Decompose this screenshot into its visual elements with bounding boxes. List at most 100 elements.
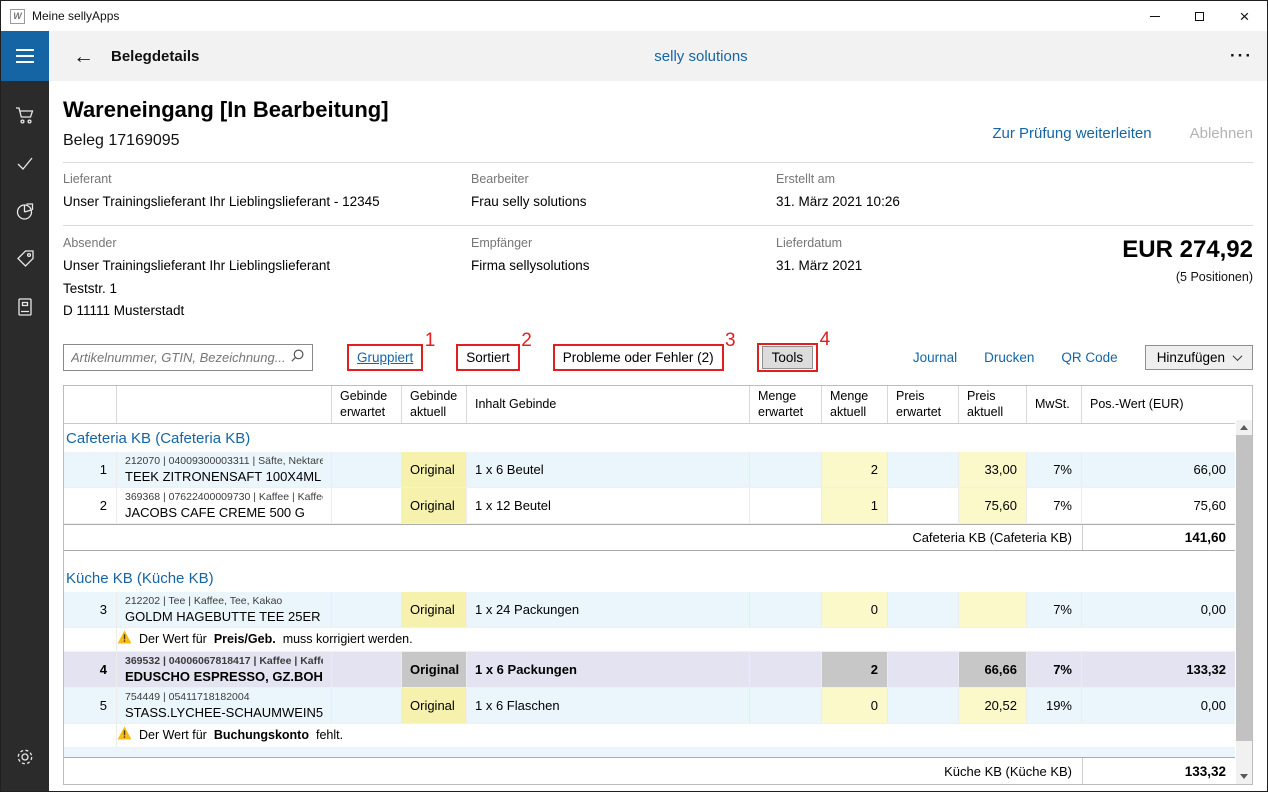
row-number: 5 — [64, 688, 117, 723]
sidebar-item-journal[interactable] — [1, 285, 49, 333]
scroll-thumb[interactable] — [1236, 435, 1252, 741]
group-spacer — [64, 551, 1235, 564]
hinzufuegen-button[interactable]: Hinzufügen — [1145, 345, 1253, 370]
warning-text: Der Wert für — [139, 728, 207, 742]
cell-menge-erwartet — [750, 488, 822, 523]
scroll-down-icon[interactable] — [1236, 769, 1252, 784]
ellipsis-icon[interactable]: ··· — [1230, 46, 1253, 66]
cell-menge-aktuell[interactable]: 1 — [822, 488, 888, 523]
table-row[interactable]: 2369368 | 07622400009730 | Kaffee | Kaff… — [64, 488, 1235, 524]
search-input[interactable] — [71, 350, 290, 365]
scroll-up-icon[interactable] — [1236, 420, 1252, 435]
price-tag-icon — [13, 247, 37, 276]
cell-preis-aktuell[interactable]: 20,52 — [959, 688, 1027, 723]
warning-text: Buchungskonto — [214, 728, 309, 742]
cell-menge-erwartet — [750, 592, 822, 627]
cell-mwst: 7% — [1027, 652, 1082, 687]
cell-pos-wert: 75,60 — [1082, 488, 1235, 523]
journal-link[interactable]: Journal — [913, 350, 957, 365]
vertical-scrollbar[interactable] — [1236, 420, 1252, 784]
column-header: Pos.-Wert (EUR) — [1082, 386, 1235, 423]
app-logo-icon: W — [10, 9, 25, 24]
cell-mwst: 7% — [1027, 488, 1082, 523]
cell-gebinde-erwartet — [332, 652, 402, 687]
sidebar-item-cart[interactable] — [1, 93, 49, 141]
warning-text: fehlt. — [316, 728, 343, 742]
search-icon[interactable] — [290, 348, 305, 368]
warning-row: Der Wert für Buchungskonto fehlt. — [64, 724, 1235, 748]
cell-gebinde-erwartet — [332, 452, 402, 487]
gruppiert-button[interactable]: Gruppiert — [352, 347, 418, 368]
titlebar: W Meine sellyApps × — [1, 1, 1267, 31]
annotation-4: Tools 4 — [757, 343, 819, 372]
reject-button[interactable]: Ablehnen — [1190, 125, 1253, 142]
hamburger-menu-icon[interactable] — [1, 31, 49, 81]
cell-menge-aktuell[interactable]: 2 — [822, 652, 888, 687]
sortiert-button[interactable]: Sortiert — [461, 347, 515, 368]
cell-preis-aktuell[interactable] — [959, 592, 1027, 627]
toolbar-right: Journal Drucken QR Code Hinzufügen — [913, 345, 1253, 370]
table-row[interactable]: 4369532 | 04006067818417 | Kaffee | Kaff… — [64, 652, 1235, 688]
column-header: Menge aktuell — [822, 386, 888, 423]
annotation-box: Tools — [757, 343, 819, 372]
cell-gebinde-aktuell[interactable]: Original — [402, 592, 467, 627]
group-header: Küche KB (Küche KB) — [64, 564, 1235, 592]
document-total: EUR 274,92 (5 Positionen) — [1036, 236, 1253, 322]
maximize-icon[interactable] — [1177, 1, 1222, 31]
cell-gebinde-aktuell[interactable]: Original — [402, 452, 467, 487]
table-row[interactable]: 5754449 | 05411718182004STASS.LYCHEE-SCH… — [64, 688, 1235, 724]
warning-text: muss korrigiert werden. — [283, 632, 413, 646]
forward-review-button[interactable]: Zur Prüfung weiterleiten — [992, 125, 1151, 142]
sidebar-item-reports[interactable] — [1, 189, 49, 237]
tools-button[interactable]: Tools — [762, 346, 814, 369]
annotation-number: 2 — [521, 331, 532, 350]
group-footer-value: 141,60 — [1082, 525, 1235, 550]
cell-menge-aktuell[interactable]: 0 — [822, 688, 888, 723]
warning-indent — [64, 724, 117, 747]
row-number: 2 — [64, 488, 117, 523]
close-icon[interactable]: × — [1222, 1, 1267, 31]
field-value: D 11111 Musterstadt — [63, 300, 471, 322]
group-footer: Küche KB (Küche KB)133,32 — [64, 757, 1235, 784]
field-bearbeiter: Bearbeiter Frau selly solutions — [471, 172, 776, 213]
annotation-box: Gruppiert — [347, 344, 423, 371]
sidebar-item-offers[interactable] — [1, 237, 49, 285]
row-number: 4 — [64, 652, 117, 687]
cell-menge-aktuell[interactable]: 0 — [822, 592, 888, 627]
group-spacer — [64, 748, 1235, 757]
probleme-fehler-button[interactable]: Probleme oder Fehler (2) — [558, 347, 719, 368]
field-label: Erstellt am — [776, 172, 1253, 186]
table-row[interactable]: 1212070 | 04009300003311 | Säfte, Nektar… — [64, 452, 1235, 488]
table-row[interactable]: 3 212202 | Tee | Kaffee, Tee, Kakao GOLDM … — [64, 592, 1235, 628]
article-cell: 754449 | 05411718182004STASS.LYCHEE-SCHA… — [117, 688, 332, 723]
cell-menge-aktuell[interactable]: 2 — [822, 452, 888, 487]
article-cell: 369532 | 04006067818417 | Kaffee | Kaffe… — [117, 652, 332, 687]
column-header: Preis erwartet — [888, 386, 959, 423]
drucken-link[interactable]: Drucken — [984, 350, 1034, 365]
meta-row-1: Lieferant Unser Trainingslieferant Ihr L… — [63, 163, 1253, 226]
minimize-icon[interactable] — [1132, 1, 1177, 31]
field-value: 31. März 2021 10:26 — [776, 191, 1253, 213]
meta-row-2: Absender Unser Trainingslieferant Ihr Li… — [63, 226, 1253, 322]
row-number: 3 — [64, 592, 117, 627]
cell-preis-aktuell[interactable]: 75,60 — [959, 488, 1027, 523]
sidebar-item-tasks[interactable] — [1, 141, 49, 189]
cell-preis-aktuell[interactable]: 33,00 — [959, 452, 1027, 487]
cell-gebinde-aktuell[interactable]: Original — [402, 488, 467, 523]
main-area: Wareneingang [In Bearbeitung] Beleg 1716… — [1, 81, 1267, 791]
back-arrow-icon[interactable]: ← — [73, 46, 94, 67]
sidebar-item-settings[interactable] — [1, 735, 49, 783]
group-header: Cafeteria KB (Cafeteria KB) — [64, 424, 1235, 452]
cell-preis-aktuell[interactable]: 66,66 — [959, 652, 1027, 687]
cell-gebinde-aktuell[interactable]: Original — [402, 688, 467, 723]
annotation-3: Probleme oder Fehler (2) 3 — [553, 344, 724, 371]
cell-pos-wert: 133,32 — [1082, 652, 1235, 687]
cell-gebinde-aktuell[interactable]: Original — [402, 652, 467, 687]
column-header: MwSt. — [1027, 386, 1082, 423]
qr-code-link[interactable]: QR Code — [1061, 350, 1117, 365]
article-name: GOLDM HAGEBUTTE TEE 25ER — [125, 609, 321, 624]
cell-gebinde-erwartet — [332, 592, 402, 627]
window-controls: × — [1132, 1, 1267, 31]
article-cell: 369368 | 07622400009730 | Kaffee | Kaffe… — [117, 488, 332, 523]
article-info: 212202 | Tee | Kaffee, Tee, Kakao — [125, 595, 282, 607]
